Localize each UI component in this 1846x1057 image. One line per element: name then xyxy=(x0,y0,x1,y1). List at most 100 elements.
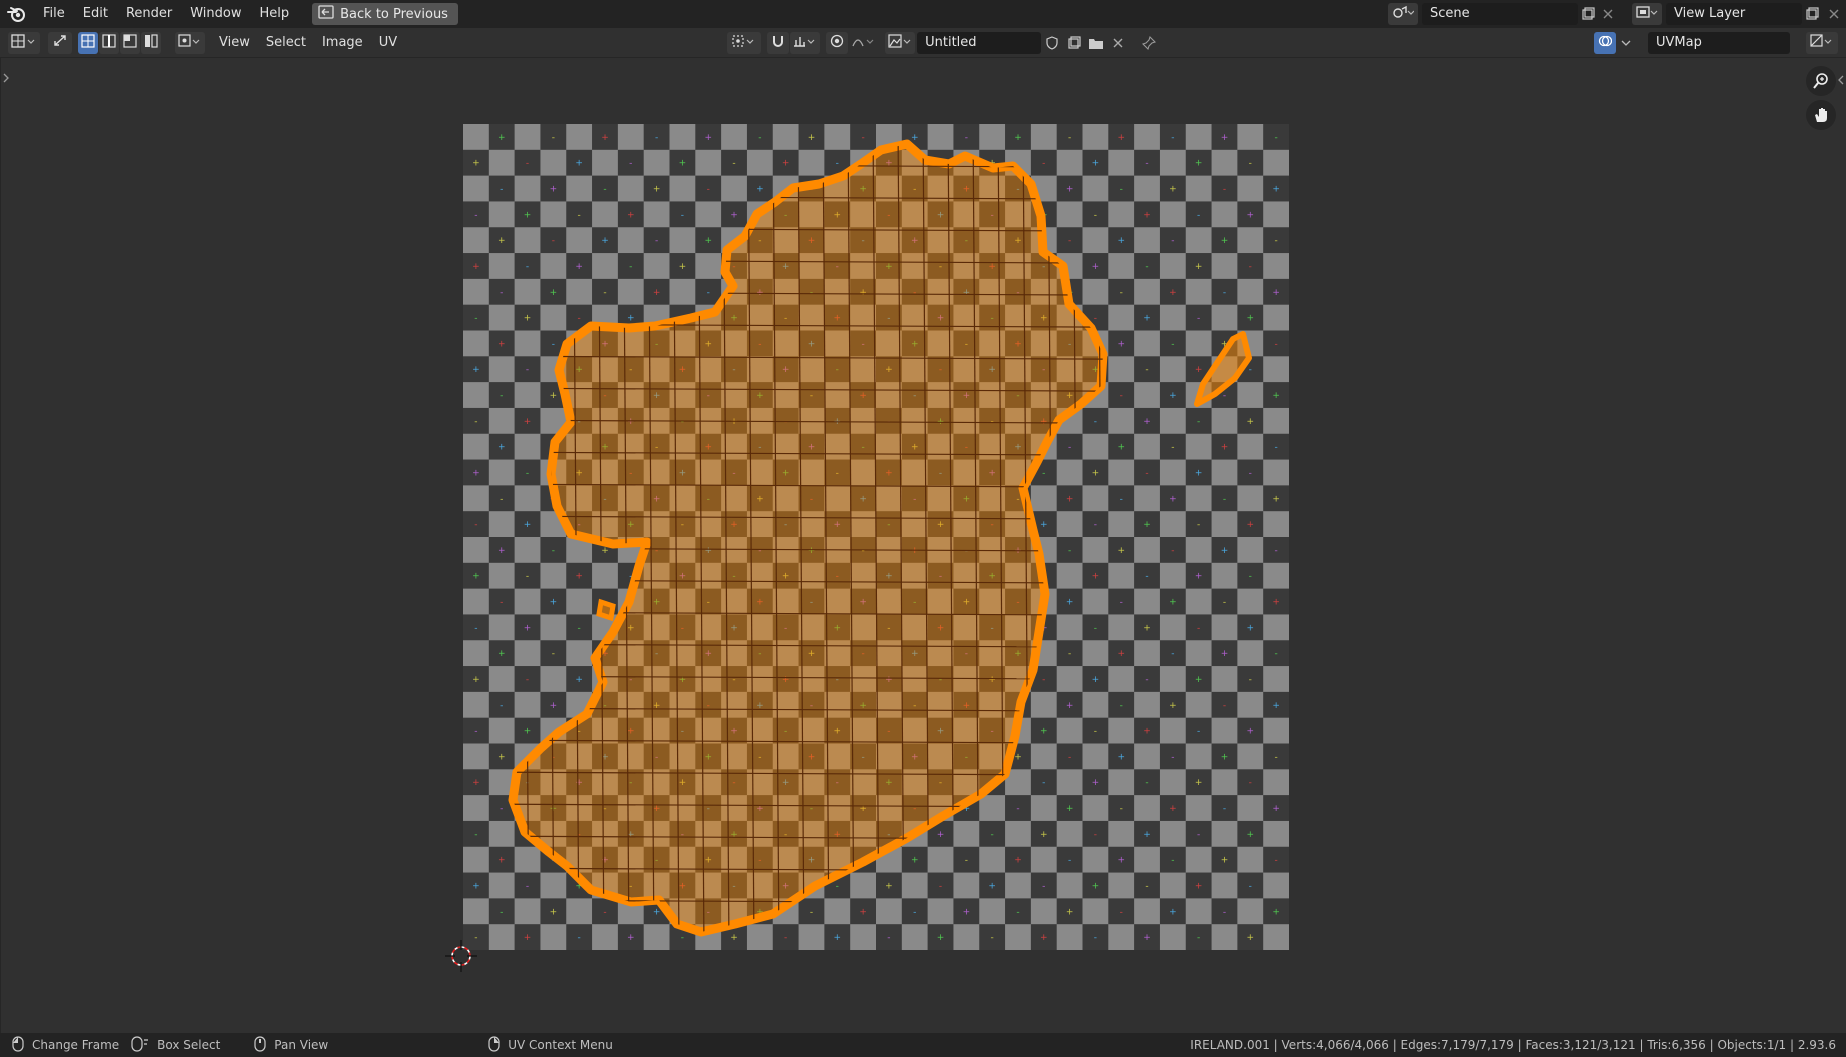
svg-text:-: - xyxy=(552,339,555,349)
pivot-point-dropdown[interactable] xyxy=(727,31,762,54)
scene-name-field[interactable]: Scene xyxy=(1422,3,1578,25)
svg-text:-: - xyxy=(1120,598,1123,608)
back-to-previous-button[interactable]: Back to Previous xyxy=(312,3,458,25)
display-channels-dropdown[interactable] xyxy=(1806,32,1838,54)
svg-text:-: - xyxy=(1120,185,1123,195)
svg-text:+: + xyxy=(1221,752,1229,762)
mouse-right-icon xyxy=(488,1035,500,1055)
scene-browse-button[interactable] xyxy=(1388,3,1418,25)
svg-text:-: - xyxy=(474,210,477,220)
svg-text:+: + xyxy=(679,159,687,169)
svg-text:-: - xyxy=(965,856,968,866)
svg-text:+: + xyxy=(653,907,661,917)
image-name-field[interactable]: Untitled xyxy=(917,31,1042,54)
new-image-icon[interactable] xyxy=(1063,35,1085,50)
proportional-falloff-dropdown[interactable] xyxy=(849,32,879,54)
svg-text:+: + xyxy=(1272,288,1280,298)
overlays-dropdown-chevron-icon[interactable] xyxy=(1618,32,1634,54)
svg-text:-: - xyxy=(1171,236,1174,246)
editor-type-button[interactable] xyxy=(8,31,40,54)
menu-render[interactable]: Render xyxy=(117,0,181,28)
svg-text:-: - xyxy=(1223,391,1226,401)
svg-text:-: - xyxy=(1145,572,1148,582)
svg-text:+: + xyxy=(1040,933,1048,943)
open-image-folder-icon[interactable] xyxy=(1085,36,1107,50)
svg-text:-: - xyxy=(1042,675,1045,685)
image-name: Untitled xyxy=(925,34,977,50)
svg-text:-: - xyxy=(810,907,813,917)
svg-text:-: - xyxy=(1249,262,1252,272)
image-browse-button[interactable] xyxy=(885,31,916,54)
svg-text:+: + xyxy=(472,778,480,788)
view-layer-browse-button[interactable] xyxy=(1632,3,1662,25)
proportional-editing-toggle[interactable] xyxy=(826,31,849,54)
uv-texture-area[interactable]: + - + - + - + - + - + - + - + - + - + - + - + - + - + - + - + - - + - + - + - +… xyxy=(463,124,1290,951)
svg-text:+: + xyxy=(1117,236,1125,246)
uv-map-field[interactable]: UVMap xyxy=(1648,32,1790,54)
menu-window[interactable]: Window xyxy=(181,0,250,28)
menu-uv[interactable]: UV xyxy=(371,28,405,58)
zoom-view-icon[interactable] xyxy=(1806,66,1836,96)
delete-scene-icon[interactable] xyxy=(1598,8,1618,20)
sticky-selection-mode-dropdown[interactable] xyxy=(175,31,205,54)
menu-select[interactable]: Select xyxy=(258,28,314,58)
pin-image-icon[interactable] xyxy=(1135,35,1163,50)
uv-editor-viewport[interactable]: + - + - + - + - + - + - + - + - + - + - + - + - + - + - + - + - - + - + - + - +… xyxy=(0,58,1846,1033)
svg-text:+: + xyxy=(524,417,532,427)
svg-text:-: - xyxy=(1016,907,1019,917)
svg-text:+: + xyxy=(1247,210,1255,220)
new-scene-icon[interactable] xyxy=(1578,7,1598,21)
edge-select-mode-button[interactable] xyxy=(99,31,119,54)
svg-text:+: + xyxy=(782,159,790,169)
svg-text:+: + xyxy=(524,520,532,530)
unlink-image-icon[interactable] xyxy=(1107,37,1129,49)
vertex-select-mode-button[interactable] xyxy=(78,31,98,54)
uv-island-islet[interactable] xyxy=(596,598,616,622)
toolbar-expand-chevron-icon[interactable] xyxy=(2,72,10,88)
view-layer-name-field[interactable]: View Layer xyxy=(1666,3,1802,25)
status-bar: Change Frame Box Select Pan View UV Cont… xyxy=(0,1033,1846,1057)
svg-text:-: - xyxy=(1249,365,1252,375)
blender-logo-icon[interactable] xyxy=(0,0,34,28)
face-select-mode-button[interactable] xyxy=(120,31,140,54)
svg-text:-: - xyxy=(1145,468,1148,478)
menu-edit[interactable]: Edit xyxy=(74,0,117,28)
svg-text:+: + xyxy=(1143,417,1151,427)
svg-text:-: - xyxy=(1197,830,1200,840)
svg-text:+: + xyxy=(1066,494,1074,504)
display-channels-icon xyxy=(1810,34,1834,52)
pan-view-hand-icon[interactable] xyxy=(1806,100,1836,130)
svg-text:+: + xyxy=(601,546,609,556)
svg-text:+: + xyxy=(472,468,480,478)
svg-text:+: + xyxy=(911,133,919,143)
snap-target-dropdown[interactable] xyxy=(790,31,821,54)
svg-text:-: - xyxy=(1197,210,1200,220)
svg-text:-: - xyxy=(1249,572,1252,582)
svg-text:-: - xyxy=(629,262,632,272)
svg-text:-: - xyxy=(526,468,529,478)
svg-text:-: - xyxy=(1068,856,1071,866)
svg-text:-: - xyxy=(655,236,658,246)
overlays-toggle[interactable] xyxy=(1594,32,1616,54)
new-view-layer-icon[interactable] xyxy=(1802,7,1822,21)
svg-text:+: + xyxy=(1195,881,1203,891)
sidebar-collapse-chevron-icon[interactable] xyxy=(1837,74,1845,90)
svg-text:-: - xyxy=(474,314,477,324)
island-select-mode-button[interactable] xyxy=(141,31,161,54)
svg-text:-: - xyxy=(1274,856,1277,866)
svg-text:+: + xyxy=(1272,494,1280,504)
2d-cursor-icon[interactable] xyxy=(441,936,481,980)
svg-text:+: + xyxy=(1195,262,1203,272)
svg-text:+: + xyxy=(601,236,609,246)
menu-help[interactable]: Help xyxy=(251,0,299,28)
menu-file[interactable]: File xyxy=(34,0,74,28)
sync-selection-toggle[interactable] xyxy=(48,31,72,54)
uv-checker-canvas[interactable]: + - + - + - + - + - + - + - + - + - + - + - + - + - + - + - + - - + - + - + - +… xyxy=(463,124,1290,951)
delete-view-layer-icon[interactable] xyxy=(1822,8,1846,20)
svg-text:+: + xyxy=(524,210,532,220)
svg-text:+: + xyxy=(1272,701,1280,711)
menu-image[interactable]: Image xyxy=(314,28,371,58)
menu-view[interactable]: View xyxy=(211,28,258,58)
snap-toggle[interactable] xyxy=(767,31,790,54)
fake-user-shield-icon[interactable] xyxy=(1041,35,1063,50)
